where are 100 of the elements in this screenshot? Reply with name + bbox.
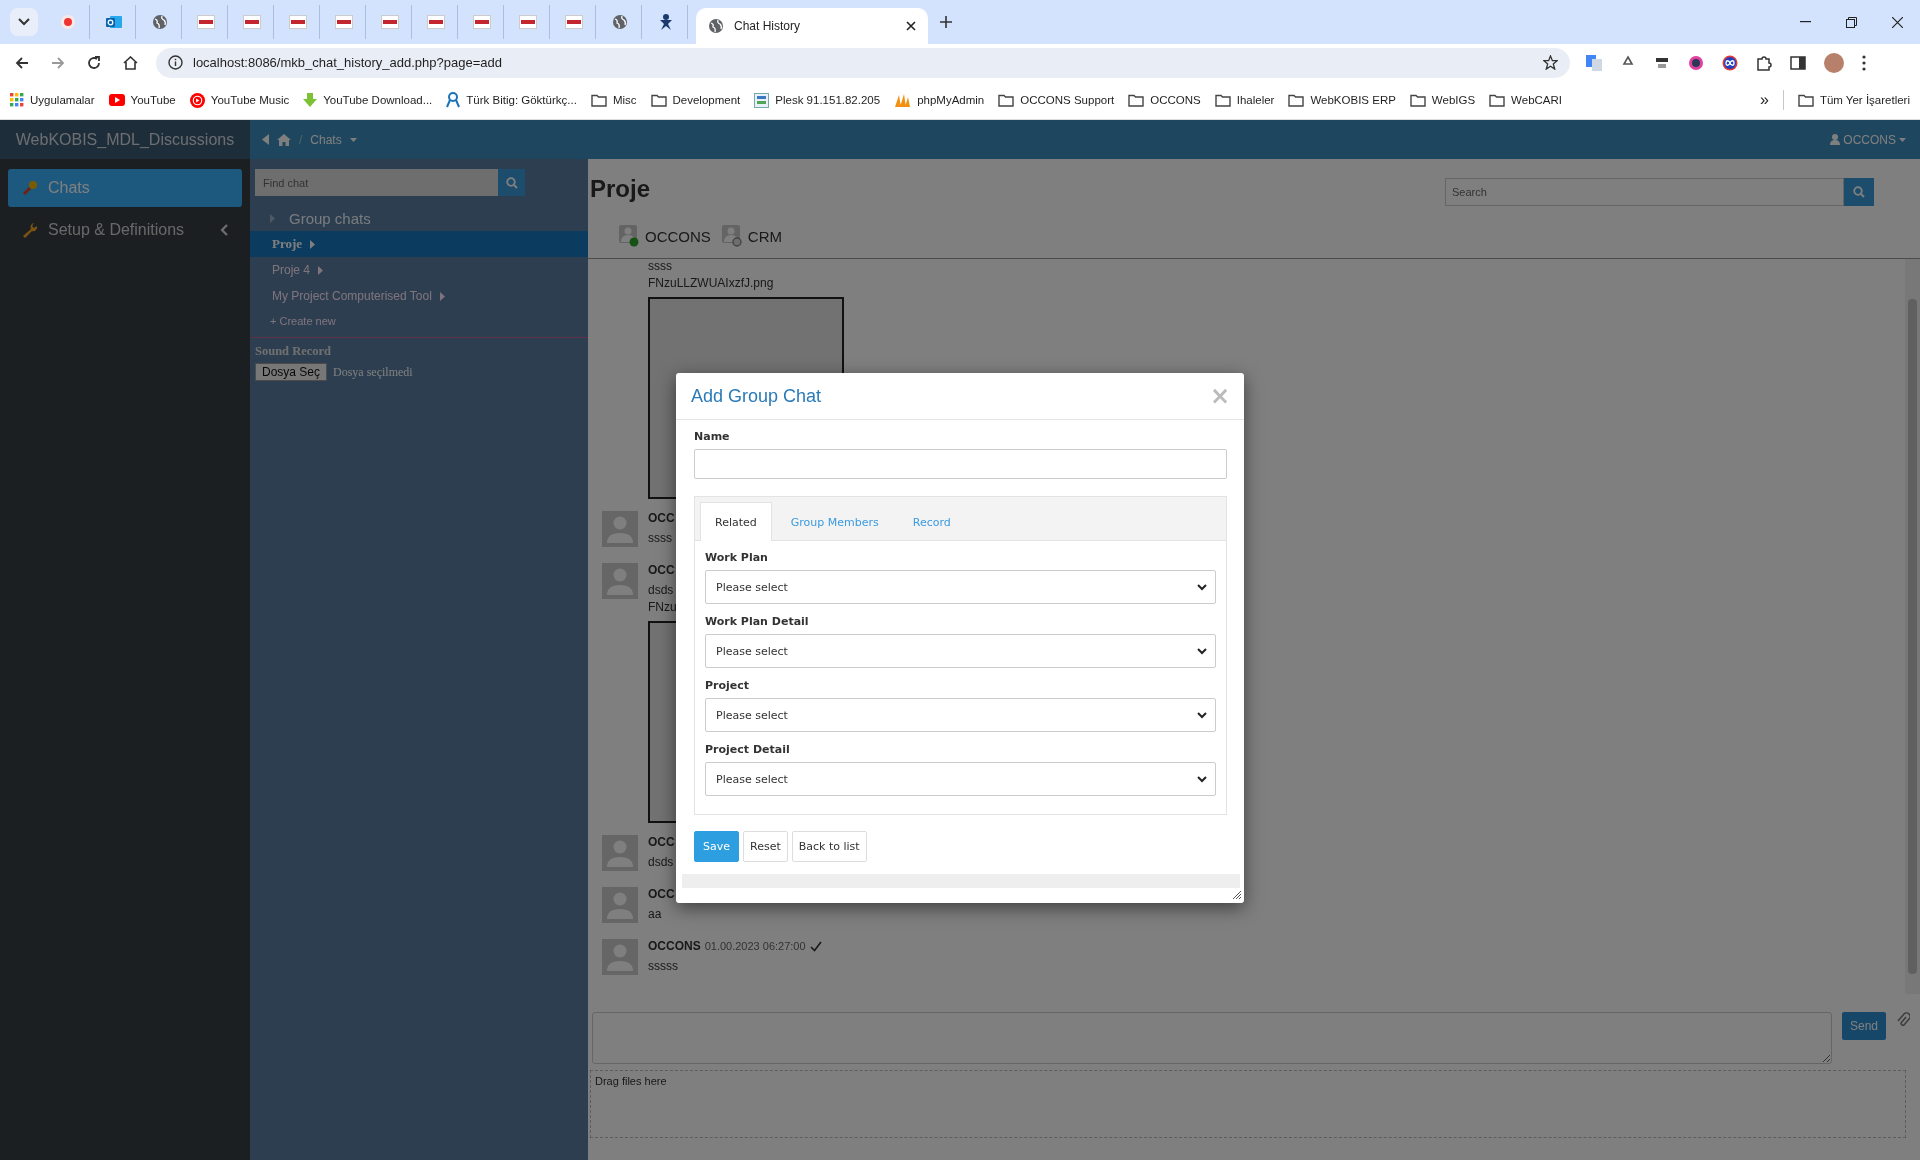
paperclip-icon[interactable]	[1896, 1012, 1910, 1028]
select-dropdown[interactable]: Please select	[705, 762, 1216, 796]
form-tab[interactable]: Related	[700, 502, 772, 541]
field-label: Work Plan	[705, 551, 769, 564]
sound-record-label: Sound Record	[255, 344, 333, 359]
avatar-icon	[602, 887, 638, 923]
star-icon[interactable]	[1543, 55, 1558, 70]
breadcrumb-separator: /	[299, 132, 303, 147]
member-name[interactable]: CRM	[747, 227, 782, 245]
infinity-icon[interactable]	[1722, 54, 1738, 71]
menu-icon[interactable]	[1862, 54, 1866, 71]
bookmark-link[interactable]: WebKOBIS ERP	[1288, 93, 1396, 107]
site-logo-icon	[334, 15, 353, 29]
site-logo-icon	[472, 15, 491, 29]
bookmark-link[interactable]: Türk Bitig: Göktürkç...	[446, 92, 577, 108]
avatar-icon[interactable]	[1824, 52, 1844, 73]
message-author: OCC	[648, 563, 675, 578]
color-ring-icon[interactable]	[1688, 54, 1704, 71]
avatar-icon	[602, 563, 638, 599]
message-author: OCCONS	[648, 939, 701, 954]
chevron-down-icon	[1197, 583, 1207, 591]
close-icon[interactable]	[1891, 16, 1903, 28]
message-text: aa	[648, 907, 662, 922]
more-bookmarks-button[interactable]: »	[1759, 91, 1769, 109]
avatar-icon	[602, 511, 638, 547]
folder-icon	[1797, 93, 1814, 107]
member-name[interactable]: OCCONS	[645, 227, 711, 245]
restore-icon[interactable]	[1845, 16, 1857, 28]
message-text: dsds	[648, 583, 674, 598]
bookmark-link[interactable]: YouTube Music	[189, 92, 290, 108]
message-text: FNzu	[648, 600, 677, 615]
close-tab-icon[interactable]	[906, 21, 916, 31]
apps-grid-icon	[10, 93, 24, 107]
site-logo-icon	[426, 15, 445, 29]
download-arrow-icon	[303, 92, 318, 108]
field-label: Work Plan Detail	[705, 615, 810, 628]
bookmark-link[interactable]: Misc	[590, 93, 637, 107]
browser-tab[interactable]: Chat History	[696, 8, 928, 44]
caret-down-icon[interactable]	[1899, 137, 1906, 142]
bookmark-link[interactable]: OCCONS	[1128, 93, 1201, 107]
search-icon	[505, 176, 518, 189]
minimize-icon[interactable]	[1799, 21, 1811, 23]
select-dropdown[interactable]: Please select	[705, 698, 1216, 732]
translate-icon[interactable]	[1586, 54, 1602, 71]
dialog-title: Add Group Chat	[691, 385, 822, 407]
chevron-down-icon	[1197, 775, 1207, 783]
site-logo-icon	[380, 15, 399, 29]
choose-file-button[interactable]: Dosya Seç	[255, 363, 328, 381]
globe-icon	[611, 14, 628, 30]
side-panel-icon[interactable]	[1790, 55, 1806, 70]
address-bar[interactable]: localhost:8086/mkb_chat_history_add.php?page=add	[156, 47, 1570, 78]
bookmark-link[interactable]: WebCARI	[1489, 93, 1563, 107]
bookmark-link[interactable]: YouTube Download...	[303, 92, 433, 108]
bookmark-link[interactable]: Development	[650, 93, 741, 107]
caret-right-icon	[318, 265, 324, 275]
bookmark-link[interactable]: WebIGS	[1409, 93, 1476, 107]
bookmark-link[interactable]: Plesk 91.151.82.205	[754, 92, 881, 108]
bookmark-link[interactable]: Ihaleler	[1214, 93, 1275, 107]
caret-right-icon	[439, 291, 445, 301]
message-author: OCC	[648, 887, 675, 902]
form-button[interactable]: Reset	[743, 831, 788, 862]
caret-down-icon[interactable]	[349, 137, 357, 142]
home-icon[interactable]	[277, 133, 291, 146]
folder-icon	[1489, 93, 1506, 107]
folder-icon	[650, 93, 667, 107]
puzzle-icon[interactable]	[1756, 54, 1772, 71]
select-dropdown[interactable]: Please select	[705, 570, 1216, 604]
scrollbar[interactable]	[1905, 259, 1920, 994]
resize-handle-icon[interactable]	[1233, 891, 1241, 899]
bookmark-link[interactable]: Tüm Yer İşaretleri	[1797, 93, 1910, 107]
find-chat-field[interactable]: Find chat	[255, 169, 498, 196]
chevron-down-icon	[1197, 647, 1207, 655]
bookmark-link[interactable]: Uygulamalar	[10, 93, 95, 107]
site-logo-icon	[518, 15, 537, 29]
bookmark-link[interactable]: phpMyAdmin	[894, 93, 985, 107]
site-logo-icon	[564, 15, 583, 29]
site-logo-icon	[288, 15, 307, 29]
bookmark-link[interactable]: OCCONS Support	[998, 93, 1115, 107]
play-icon	[108, 94, 125, 106]
folder-icon	[590, 93, 607, 107]
message-author: OCC	[648, 511, 675, 526]
select-dropdown[interactable]: Please select	[705, 634, 1216, 668]
search-field[interactable]: Search	[1445, 178, 1844, 206]
form-button[interactable]: Back to list	[791, 831, 867, 862]
chat-title: Proje	[590, 175, 651, 203]
message-text: sssss	[648, 959, 678, 974]
file-status-text: Dosya seçilmedi	[333, 364, 413, 380]
new-tab-icon[interactable]	[940, 16, 952, 28]
name-input-field[interactable]	[694, 449, 1227, 479]
caret-left-icon[interactable]	[262, 134, 269, 145]
mail-icon	[105, 14, 122, 30]
chevron-left-icon[interactable]	[220, 224, 228, 236]
field-label: Project	[705, 679, 751, 692]
file-drop-zone[interactable]: Drag files here	[590, 1070, 1906, 1138]
tab-search-button[interactable]	[10, 8, 38, 36]
bookmark-link[interactable]: YouTube	[108, 94, 176, 106]
message-input[interactable]	[592, 1012, 1832, 1064]
message-text: ssss	[648, 531, 672, 546]
avatar-icon	[602, 939, 638, 975]
site-logo-icon	[196, 15, 215, 29]
